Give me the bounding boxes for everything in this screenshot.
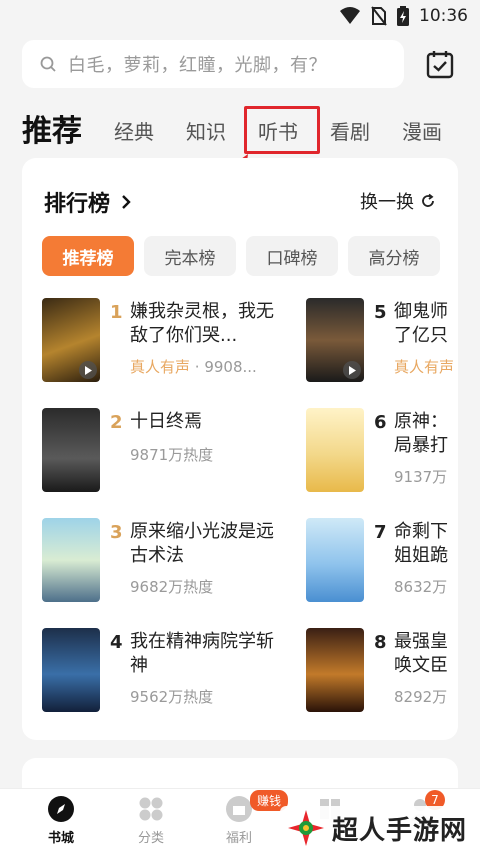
chip-completed[interactable]: 完本榜 xyxy=(144,236,236,276)
play-icon xyxy=(79,361,97,379)
nav-category[interactable]: 分类 xyxy=(121,795,181,846)
gift-icon xyxy=(226,796,252,822)
tab-classic[interactable]: 经典 xyxy=(114,116,154,145)
search-icon xyxy=(40,56,56,72)
chip-reputation[interactable]: 口碑榜 xyxy=(246,236,338,276)
book-item[interactable]: 3 原来缩小光波是远古术法 9682万热度 xyxy=(42,518,282,604)
nav-bookstore[interactable]: 书城 xyxy=(31,795,91,846)
compass-icon xyxy=(48,796,74,822)
book-title: 原来缩小光波是远古术法 xyxy=(130,521,274,566)
book-heat: 8632万 xyxy=(394,578,448,596)
no-sim-icon xyxy=(371,6,387,26)
ranking-title-text: 排行榜 xyxy=(44,192,111,217)
chip-high-score[interactable]: 高分榜 xyxy=(348,236,440,276)
book-heat: 9137万 xyxy=(394,468,448,486)
book-cover xyxy=(306,408,364,492)
ranking-filter-chips: 推荐榜 完本榜 口碑榜 高分榜 xyxy=(42,236,440,276)
tab-drama[interactable]: 看剧 xyxy=(330,116,370,145)
ranking-title[interactable]: 排行榜 xyxy=(44,186,132,218)
book-heat: 9562万热度 xyxy=(130,688,214,706)
book-item[interactable]: 5 御鬼师了亿只 真人有声 xyxy=(306,298,458,384)
tab-recommend[interactable]: 推荐 xyxy=(22,106,82,150)
book-title: 御鬼师了亿只 xyxy=(394,301,448,346)
book-rank: 1 xyxy=(110,302,123,323)
book-cover xyxy=(306,518,364,602)
book-meta: 真人有声 · 9908... xyxy=(130,356,257,377)
battery-charging-icon xyxy=(397,6,409,26)
book-title: 原神：局暴打 xyxy=(394,411,448,456)
book-title: 我在精神病院学斩神 xyxy=(130,631,274,676)
status-icons: 10:36 xyxy=(339,6,468,26)
watermark: 超人手游网 xyxy=(280,806,474,850)
book-cover xyxy=(42,298,100,382)
book-item[interactable]: 8 最强皇唤文臣 8292万 xyxy=(306,628,458,714)
book-cover xyxy=(306,628,364,712)
grid-icon xyxy=(139,797,163,821)
book-cover xyxy=(42,628,100,712)
search-input[interactable]: 白毛，萝莉，红瞳，光脚，有？ xyxy=(22,40,404,88)
book-item[interactable]: 4 我在精神病院学斩神 9562万热度 xyxy=(42,628,282,714)
book-heat: 9682万热度 xyxy=(130,578,214,596)
book-tag: 真人有声 xyxy=(130,358,191,376)
swap-label: 换一换 xyxy=(360,192,414,213)
watermark-text: 超人手游网 xyxy=(332,815,468,846)
book-item[interactable]: 7 命剩下姐姐跪 8632万 xyxy=(306,518,458,604)
book-title: 十日终焉 xyxy=(130,411,202,432)
ranking-card: 排行榜 换一换 推荐榜 完本榜 口碑榜 高分榜 1 嫌我杂灵根，我无敌了你们哭.… xyxy=(22,158,458,740)
play-icon xyxy=(343,361,361,379)
tab-comics[interactable]: 漫画 xyxy=(402,116,442,145)
book-cover xyxy=(306,298,364,382)
book-heat: 9871万热度 xyxy=(130,446,214,464)
book-item[interactable]: 2 十日终焉 9871万热度 xyxy=(42,408,282,494)
search-placeholder: 白毛，萝莉，红瞳，光脚，有？ xyxy=(68,55,327,76)
calendar-check-icon[interactable] xyxy=(424,48,456,80)
refresh-icon xyxy=(422,193,434,207)
book-item[interactable]: 1 嫌我杂灵根，我无敌了你们哭... 真人有声 · 9908... xyxy=(42,298,282,384)
swap-button[interactable]: 换一换 xyxy=(360,188,436,214)
book-tag: 真人有声 xyxy=(394,358,455,376)
book-title: 嫌我杂灵根，我无敌了你们哭... xyxy=(130,301,274,346)
nav-label: 书城 xyxy=(47,831,74,846)
chevron-right-icon xyxy=(122,195,131,209)
status-bar: 10:36 xyxy=(0,0,480,36)
book-heat: · 9908... xyxy=(190,358,257,376)
nav-label: 福利 xyxy=(225,831,252,846)
annotation-highlight-box xyxy=(244,106,320,154)
search-row: 白毛，萝莉，红瞳，光脚，有？ xyxy=(22,40,462,88)
book-heat: 8292万 xyxy=(394,688,448,706)
book-rank: 3 xyxy=(110,522,123,543)
book-meta: 真人有声 xyxy=(394,356,454,377)
book-rank: 7 xyxy=(374,522,387,543)
status-time: 10:36 xyxy=(419,6,468,26)
nav-label: 分类 xyxy=(137,831,164,846)
book-title: 命剩下姐姐跪 xyxy=(394,521,448,566)
book-rank: 8 xyxy=(374,632,387,653)
book-rank: 2 xyxy=(110,412,123,433)
tab-knowledge[interactable]: 知识 xyxy=(186,116,226,145)
wifi-icon xyxy=(340,7,360,24)
book-item[interactable]: 6 原神：局暴打 9137万 xyxy=(306,408,458,494)
book-rank: 4 xyxy=(110,632,123,653)
book-rank: 5 xyxy=(374,302,387,323)
book-cover xyxy=(42,518,100,602)
book-title: 最强皇唤文臣 xyxy=(394,631,448,676)
book-cover xyxy=(42,408,100,492)
watermark-logo-icon xyxy=(288,810,324,846)
chip-recommend[interactable]: 推荐榜 xyxy=(42,236,134,276)
book-rank: 6 xyxy=(374,412,387,433)
